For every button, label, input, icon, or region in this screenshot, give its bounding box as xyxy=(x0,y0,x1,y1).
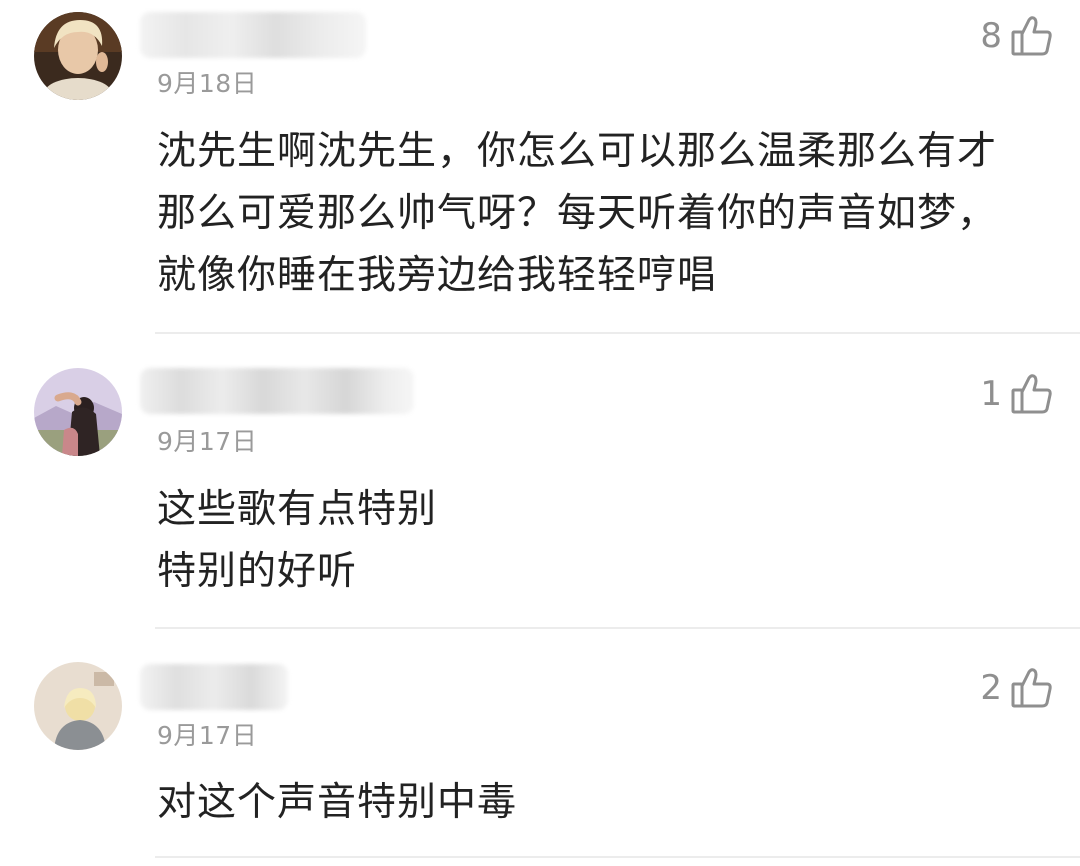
comment-line: 那么可爱那么帅气呀？每天听着你的声音如梦， xyxy=(157,191,998,236)
thumb-up-icon[interactable] xyxy=(1010,14,1054,58)
comment-text: 对这个声音特别中毒 xyxy=(157,772,1050,834)
username-redacted xyxy=(140,12,366,58)
avatar[interactable] xyxy=(34,12,122,100)
comment-line: 对这个声音特别中毒 xyxy=(157,780,518,825)
comment-date: 9月17日 xyxy=(157,427,258,456)
comment-line: 特别的好听 xyxy=(157,549,358,594)
comment-line: 就像你睡在我旁边给我轻轻哼唱 xyxy=(157,253,718,298)
divider xyxy=(155,856,1080,858)
username-redacted xyxy=(140,664,288,710)
comment-line: 沈先生啊沈先生，你怎么可以那么温柔那么有才 xyxy=(157,129,998,174)
like-count: 1 xyxy=(980,374,1002,414)
like-button[interactable]: 2 xyxy=(980,666,1054,710)
username-redacted xyxy=(140,368,414,414)
comment-line: 这些歌有点特别 xyxy=(157,487,438,532)
comment-date: 9月18日 xyxy=(157,69,258,98)
comment-text: 这些歌有点特别 特别的好听 xyxy=(157,479,1050,603)
comment-text: 沈先生啊沈先生，你怎么可以那么温柔那么有才 那么可爱那么帅气呀？每天听着你的声音… xyxy=(157,121,1050,307)
thumb-up-icon[interactable] xyxy=(1010,372,1054,416)
avatar[interactable] xyxy=(34,662,122,750)
avatar[interactable] xyxy=(34,368,122,456)
like-button[interactable]: 8 xyxy=(980,14,1054,58)
thumb-up-icon[interactable] xyxy=(1010,666,1054,710)
like-button[interactable]: 1 xyxy=(980,372,1054,416)
comment-item: 9月17日 2 对这个声音特别中毒 xyxy=(0,652,1080,866)
comment-item: 9月17日 1 这些歌有点特别 特别的好听 xyxy=(0,358,1080,630)
comment-date: 9月17日 xyxy=(157,721,258,750)
divider xyxy=(155,332,1080,334)
like-count: 2 xyxy=(980,668,1002,708)
divider xyxy=(155,627,1080,629)
comment-item: 9月18日 8 沈先生啊沈先生，你怎么可以那么温柔那么有才 那么可爱那么帅气呀？… xyxy=(0,0,1080,335)
like-count: 8 xyxy=(980,16,1002,56)
